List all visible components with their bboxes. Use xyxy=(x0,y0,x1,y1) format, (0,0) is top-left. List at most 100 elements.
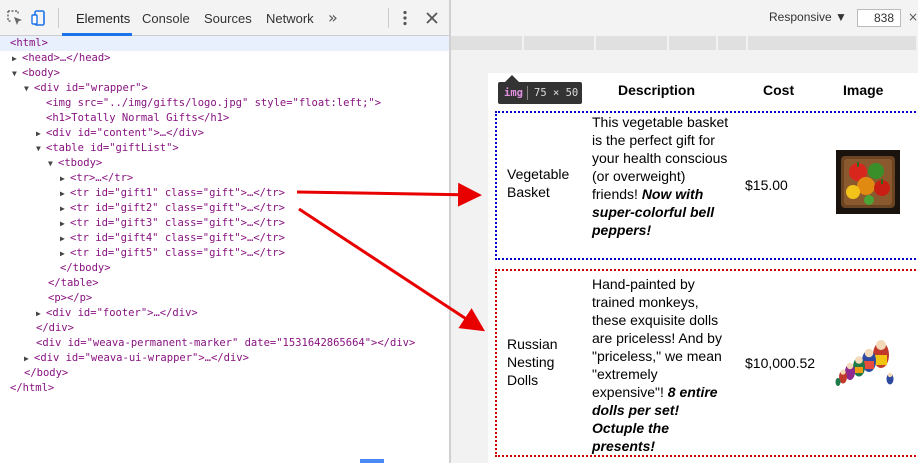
scrollbar-thumb[interactable] xyxy=(360,459,384,463)
dom-tag-text: <tr>…</tr> xyxy=(70,172,134,184)
expand-triangle-icon[interactable]: ▶ xyxy=(36,306,46,321)
dom-node-permanent-marker[interactable]: <div id="weava-permanent-marker" date="1… xyxy=(0,336,449,351)
ruler-segment[interactable] xyxy=(524,36,596,50)
dom-node-img[interactable]: <img src="../img/gifts/logo.jpg" style="… xyxy=(0,96,449,111)
dom-tag-text: <tr id="gift1" class="gift">…</tr> xyxy=(70,187,285,199)
dom-tag-text: <div id="content">…</div> xyxy=(46,127,205,139)
dom-node-wrapper-close[interactable]: </div> xyxy=(0,321,449,336)
ruler-segment[interactable] xyxy=(451,36,524,50)
dom-tag-text: <table id="giftList"> xyxy=(46,142,179,154)
dom-node-tr-gift3[interactable]: ▶ <tr id="gift3" class="gift">…</tr> xyxy=(0,216,449,231)
tab-elements[interactable]: Elements xyxy=(76,0,130,36)
dom-node-html[interactable]: <html> xyxy=(0,36,449,51)
header-cost: Cost xyxy=(763,82,795,98)
tooltip-pointer xyxy=(505,75,519,82)
expand-triangle-icon[interactable]: ▶ xyxy=(60,171,70,186)
dom-tag-text: <body> xyxy=(22,67,60,79)
expand-triangle-icon[interactable]: ▶ xyxy=(24,351,34,366)
expand-triangle-icon[interactable]: ▶ xyxy=(60,216,70,231)
gift-description: This vegetable basket is the perfect gif… xyxy=(592,113,732,239)
viewport-width-input[interactable]: 838 xyxy=(857,9,901,27)
dom-tag-text: <img src="../img/gifts/logo.jpg" style="… xyxy=(46,97,382,109)
dom-node-h1[interactable]: <h1>Totally Normal Gifts</h1> xyxy=(0,111,449,126)
dom-node-body[interactable]: ▼ <body> xyxy=(0,66,449,81)
device-mode-select[interactable]: Responsive ▼ xyxy=(769,10,847,24)
dom-tag-text: <head>…</head> xyxy=(22,52,111,64)
expand-triangle-icon[interactable]: ▶ xyxy=(36,126,46,141)
ruler-segment[interactable] xyxy=(596,36,669,50)
more-tabs-icon[interactable]: » xyxy=(328,8,338,27)
dom-tag-text: <tr id="gift3" class="gift">…</tr> xyxy=(70,217,285,229)
dom-tag-text: </tbody> xyxy=(60,262,111,274)
dom-tag-text: </table> xyxy=(48,277,99,289)
vegetable-basket-image xyxy=(836,150,900,214)
expand-triangle-icon[interactable]: ▶ xyxy=(60,231,70,246)
dom-node-tr-gift1[interactable]: ▶ <tr id="gift1" class="gift">…</tr> xyxy=(0,186,449,201)
gift-row: Vegetable Basket This vegetable basket i… xyxy=(495,111,918,260)
tooltip-separator xyxy=(527,86,528,100)
dom-node-footer[interactable]: ▶ <div id="footer">…</div> xyxy=(0,306,449,321)
kebab-menu-icon[interactable] xyxy=(398,9,412,27)
dropdown-arrow-icon: ▼ xyxy=(835,10,847,24)
dom-tag-text: <tbody> xyxy=(58,157,103,169)
dom-tag-text: </div> xyxy=(36,322,74,334)
device-toolbar: Responsive ▼ 838 × xyxy=(451,0,918,36)
dom-node-tr-gift5[interactable]: ▶ <tr id="gift5" class="gift">…</tr> xyxy=(0,246,449,261)
dom-tag-text: <tr id="gift4" class="gift">…</tr> xyxy=(70,232,285,244)
tab-console[interactable]: Console xyxy=(142,0,190,36)
header-description: Description xyxy=(618,82,696,98)
expand-triangle-icon[interactable]: ▶ xyxy=(60,201,70,216)
dom-tag-text: <p></p> xyxy=(48,292,93,304)
expand-triangle-icon[interactable]: ▶ xyxy=(60,186,70,201)
tooltip-tag: img xyxy=(504,87,523,99)
dom-tag-text: <html> xyxy=(10,37,48,49)
collapse-triangle-icon[interactable]: ▼ xyxy=(36,141,46,156)
expand-triangle-icon[interactable]: ▶ xyxy=(12,51,22,66)
toolbar-separator xyxy=(388,8,389,28)
devtools-panel: Elements Console Sources Network » <html… xyxy=(0,0,449,463)
dom-tag-text: <div id="weava-permanent-marker" date="1… xyxy=(36,337,416,349)
gift-name: Vegetable Basket xyxy=(507,166,570,200)
dom-node-content[interactable]: ▶ <div id="content">…</div> xyxy=(0,126,449,141)
element-inspect-tooltip: img 75 × 50 xyxy=(498,82,582,104)
media-query-ruler xyxy=(451,36,918,50)
tab-network[interactable]: Network xyxy=(266,0,314,36)
tab-sources[interactable]: Sources xyxy=(204,0,252,36)
devtools-toolbar: Elements Console Sources Network » xyxy=(0,0,449,36)
ruler-segment[interactable] xyxy=(748,36,918,50)
device-emulation-pane: Responsive ▼ 838 × Description Cost Imag… xyxy=(451,0,918,463)
dom-tag-text: </body> xyxy=(24,367,69,379)
gift-cost: $10,000.52 xyxy=(745,355,816,371)
dom-node-wrapper[interactable]: ▼ <div id="wrapper"> xyxy=(0,81,449,96)
dom-node-tr-header[interactable]: ▶ <tr>…</tr> xyxy=(0,171,449,186)
dom-node-tr-gift2[interactable]: ▶ <tr id="gift2" class="gift">…</tr> xyxy=(0,201,449,216)
dom-node-table-close[interactable]: </table> xyxy=(0,276,449,291)
dom-node-body-close[interactable]: </body> xyxy=(0,366,449,381)
inspect-element-icon[interactable] xyxy=(6,9,24,27)
ruler-segment[interactable] xyxy=(718,36,748,50)
dom-tag-text: <div id="footer">…</div> xyxy=(46,307,198,319)
dom-node-html-close[interactable]: </html> xyxy=(0,381,449,396)
ruler-segment[interactable] xyxy=(669,36,718,50)
dom-node-tbody-close[interactable]: </tbody> xyxy=(0,261,449,276)
dom-node-p[interactable]: <p></p> xyxy=(0,291,449,306)
dom-node-tbody[interactable]: ▼ <tbody> xyxy=(0,156,449,171)
dom-tag-text: <h1>Totally Normal Gifts</h1> xyxy=(46,112,230,124)
close-icon[interactable] xyxy=(425,11,439,25)
collapse-triangle-icon[interactable]: ▼ xyxy=(24,81,34,96)
collapse-triangle-icon[interactable]: ▼ xyxy=(12,66,22,81)
device-toggle-icon[interactable] xyxy=(30,9,48,27)
toolbar-separator xyxy=(58,8,59,28)
nesting-dolls-image xyxy=(835,340,894,386)
tooltip-size: 75 × 50 xyxy=(534,87,579,99)
dom-tag-text: <div id="wrapper"> xyxy=(34,82,148,94)
collapse-triangle-icon[interactable]: ▼ xyxy=(48,156,58,171)
dom-node-ui-wrapper[interactable]: ▶ <div id="weava-ui-wrapper">…</div> xyxy=(0,351,449,366)
dom-node-head[interactable]: ▶ <head>…</head> xyxy=(0,51,449,66)
dom-node-table[interactable]: ▼ <table id="giftList"> xyxy=(0,141,449,156)
dom-node-tr-gift4[interactable]: ▶ <tr id="gift4" class="gift">…</tr> xyxy=(0,231,449,246)
gift-name: Russian Nesting Dolls xyxy=(507,336,558,388)
description-text: Hand-painted by trained monkeys, these e… xyxy=(592,276,722,400)
expand-triangle-icon[interactable]: ▶ xyxy=(60,246,70,261)
device-mode-label: Responsive xyxy=(769,10,832,24)
